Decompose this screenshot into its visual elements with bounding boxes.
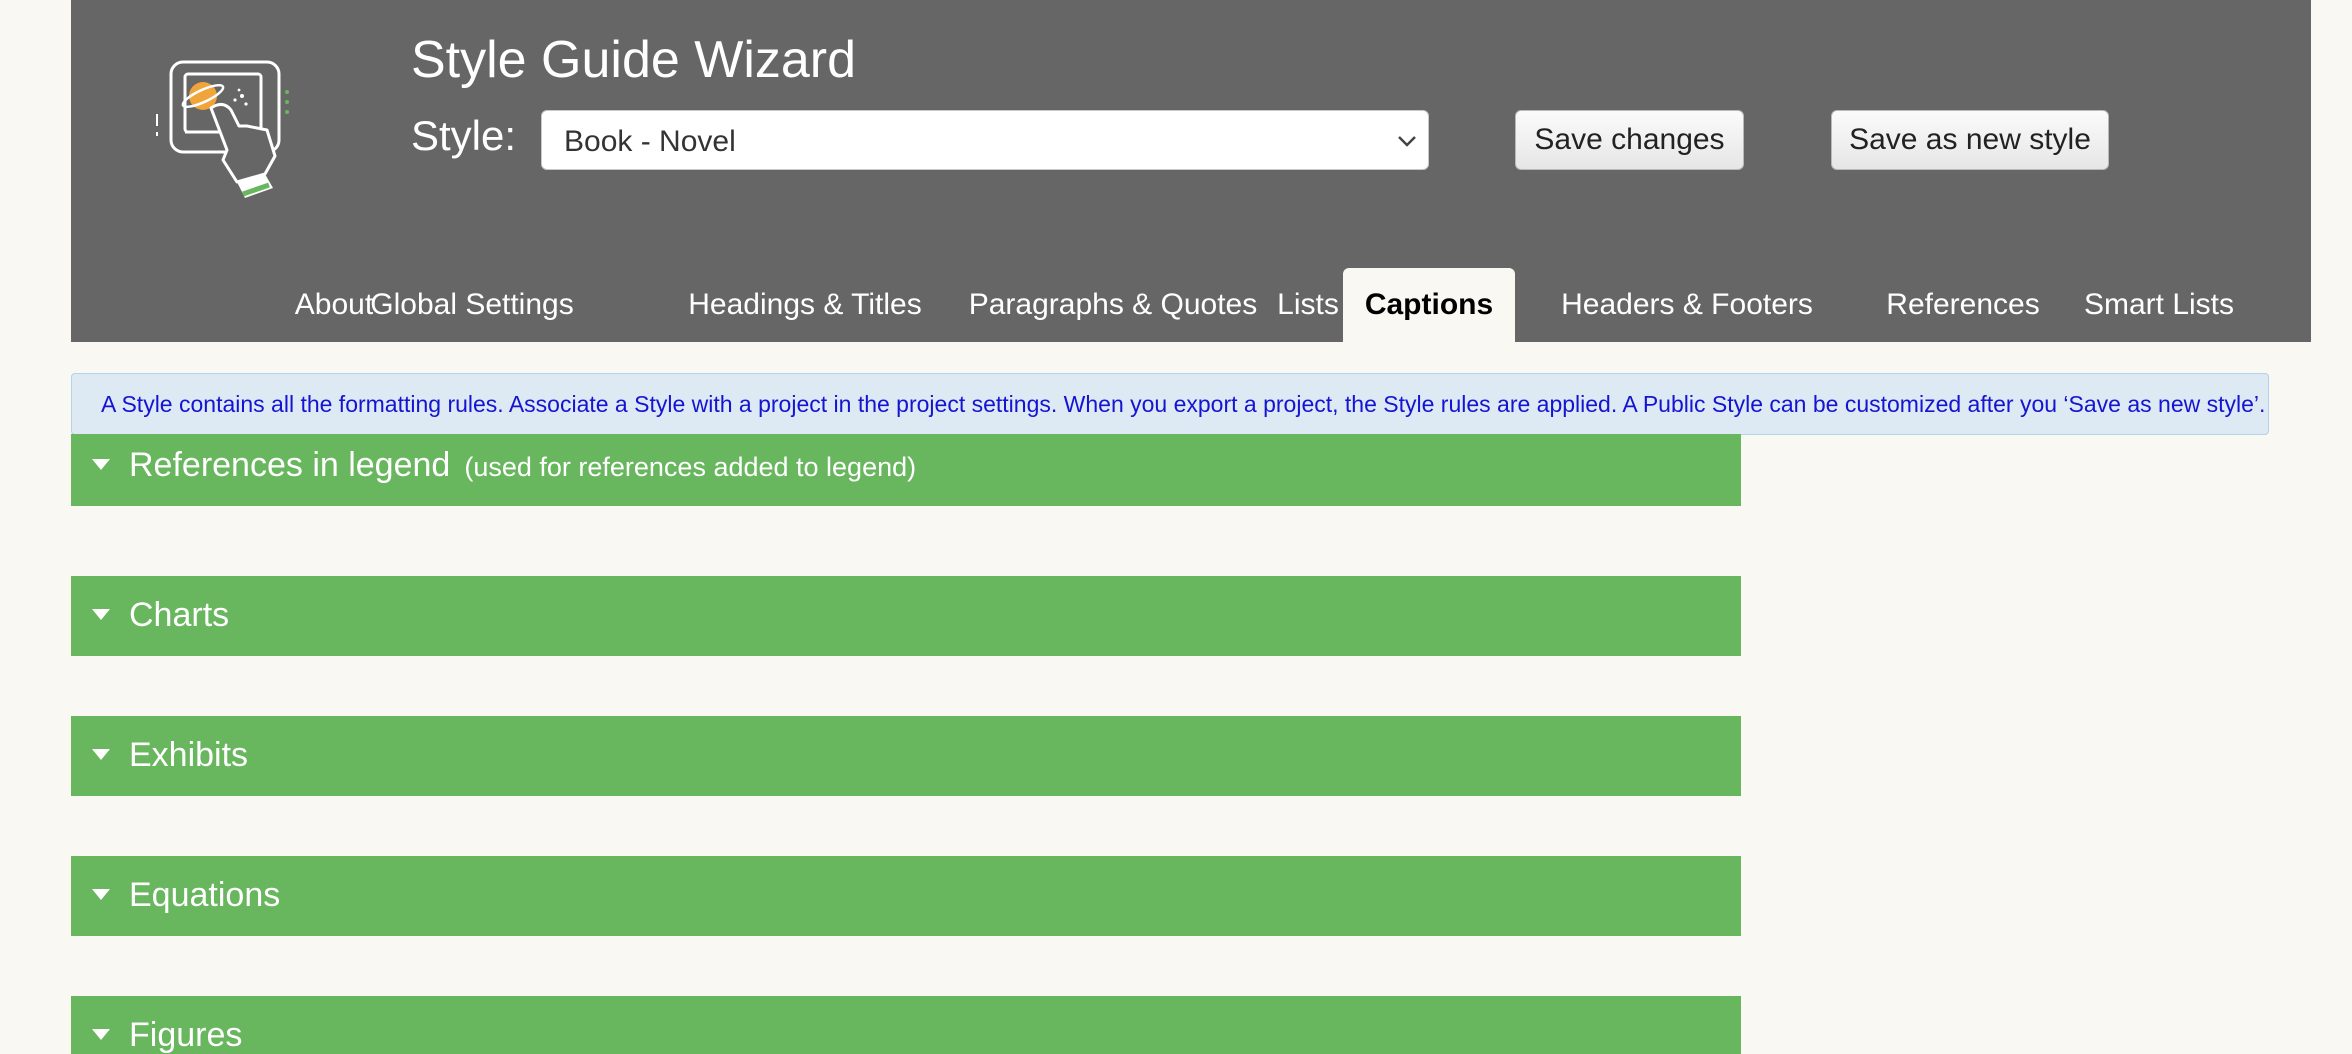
section-subtitle: (used for references added to legend)	[464, 452, 917, 482]
section-equations[interactable]: Equations	[71, 856, 1741, 936]
caret-down-icon	[92, 1029, 110, 1040]
section-references-in-legend[interactable]: References in legend (used for references…	[71, 434, 1741, 506]
caret-down-icon	[92, 889, 110, 900]
style-guide-wizard-page: Style Guide Wizard Style: Book - Novel S…	[0, 0, 2352, 1054]
tab-global-settings[interactable]: Global Settings	[365, 268, 579, 342]
header-bar: Style Guide Wizard Style: Book - Novel S…	[71, 0, 2311, 342]
style-select-value: Book - Novel	[564, 125, 736, 158]
section-charts[interactable]: Charts	[71, 576, 1741, 656]
tab-headers-footers[interactable]: Headers & Footers	[1525, 268, 1849, 342]
tab-bar: About Global Settings Headings & Titles …	[71, 268, 2311, 342]
section-title: Charts	[129, 596, 230, 634]
page-title: Style Guide Wizard	[411, 31, 857, 89]
save-as-new-style-button[interactable]: Save as new style	[1831, 110, 2109, 170]
chevron-down-icon	[1398, 136, 1416, 147]
tab-captions[interactable]: Captions	[1343, 268, 1515, 342]
section-title: Equations	[129, 876, 281, 914]
caret-down-icon	[92, 609, 110, 620]
section-title: References in legend	[129, 446, 451, 484]
section-exhibits[interactable]: Exhibits	[71, 716, 1741, 796]
tab-smart-lists[interactable]: Smart Lists	[2039, 268, 2279, 342]
style-select[interactable]: Book - Novel	[541, 110, 1429, 170]
caret-down-icon	[92, 749, 110, 760]
caret-down-icon	[92, 459, 110, 470]
section-title: Figures	[129, 1016, 243, 1054]
section-figures[interactable]: Figures	[71, 996, 1741, 1054]
style-label: Style:	[411, 112, 517, 159]
section-title: Exhibits	[129, 736, 249, 774]
section-header: References in legend (used for references…	[129, 446, 916, 485]
info-banner: A Style contains all the formatting rule…	[71, 373, 2269, 435]
hand-touch-screen-logo	[156, 60, 289, 198]
save-changes-button[interactable]: Save changes	[1515, 110, 1744, 170]
